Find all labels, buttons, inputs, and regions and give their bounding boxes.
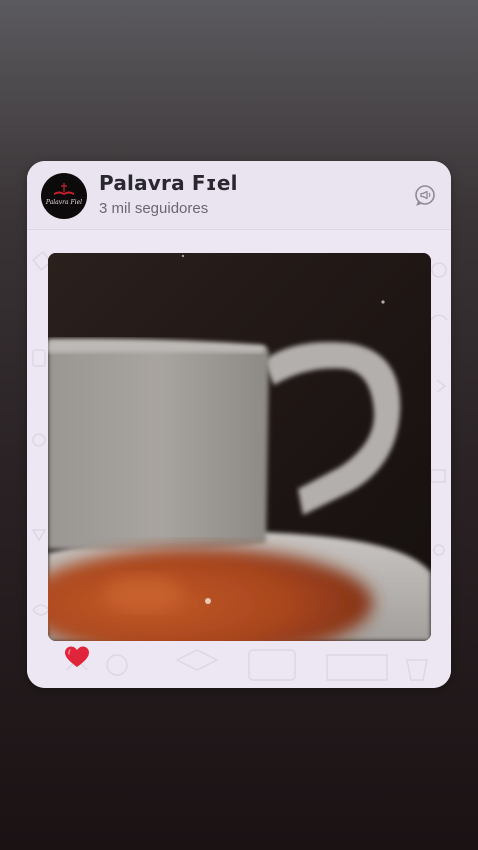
book-logo-icon: [54, 183, 74, 195]
heart-icon[interactable]: [64, 645, 90, 669]
coffee-cup-photo: [48, 253, 431, 641]
avatar-text: Palavra Fiel: [45, 199, 83, 206]
channel-name[interactable]: Palavra Fɪel: [99, 171, 238, 195]
followers-count: 3 mil seguidores: [99, 200, 209, 217]
channel-post-card[interactable]: Palavra Fiel Palavra Fɪel 3 mil seguidor…: [27, 161, 451, 688]
post-image[interactable]: [48, 253, 431, 641]
channel-announce-icon[interactable]: [413, 183, 437, 207]
channel-header[interactable]: Palavra Fiel Palavra Fɪel 3 mil seguidor…: [27, 161, 451, 230]
avatar[interactable]: Palavra Fiel: [41, 173, 87, 219]
